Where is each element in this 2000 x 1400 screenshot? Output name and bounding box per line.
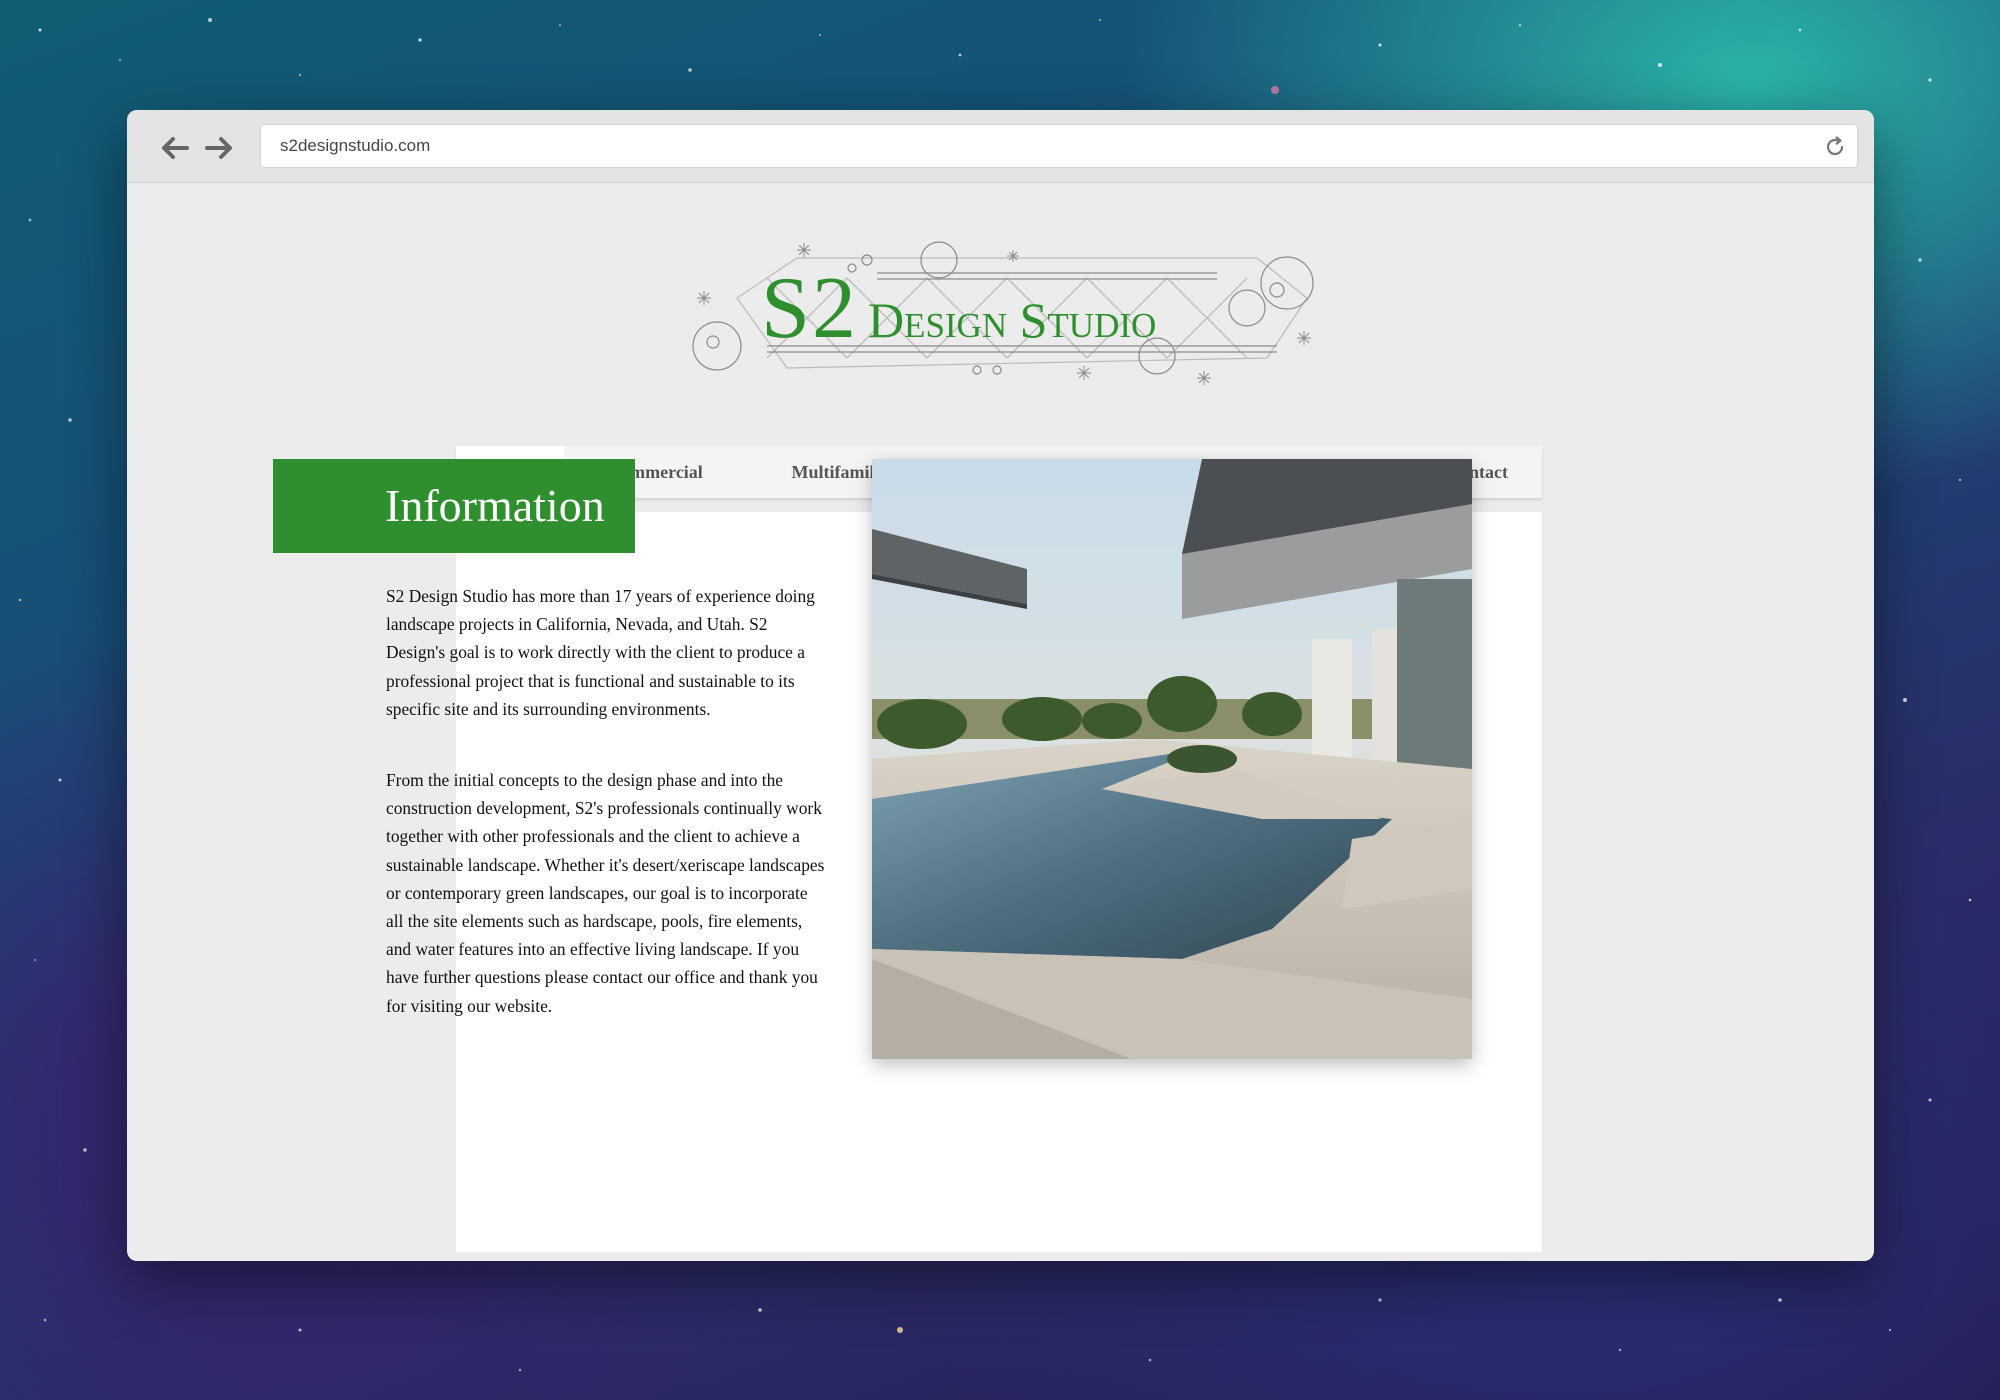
intro-paragraph: S2 Design Studio has more than 17 years … <box>386 586 815 719</box>
logo-secondary: Design Studio <box>867 292 1157 348</box>
reload-icon[interactable] <box>1823 135 1847 159</box>
arrow-left-icon[interactable] <box>157 133 191 163</box>
pool-photo <box>872 459 1472 1059</box>
logo-primary: S2 <box>761 260 858 357</box>
address-bar[interactable]: s2designstudio.com <box>260 124 1858 168</box>
details-paragraph: From the initial concepts to the design … <box>386 770 825 1016</box>
heading-text: Information <box>385 480 605 531</box>
information-heading: Information <box>273 459 635 553</box>
url-text: s2designstudio.com <box>280 136 431 155</box>
browser-toolbar: s2designstudio.com <box>127 110 1874 183</box>
arrow-right-icon[interactable] <box>203 133 237 163</box>
pool-photo-illustration <box>872 459 1472 1059</box>
site-logo[interactable]: S2 Design Studio <box>677 238 1327 398</box>
logo-wordmark: S2 Design Studio <box>761 258 1156 359</box>
